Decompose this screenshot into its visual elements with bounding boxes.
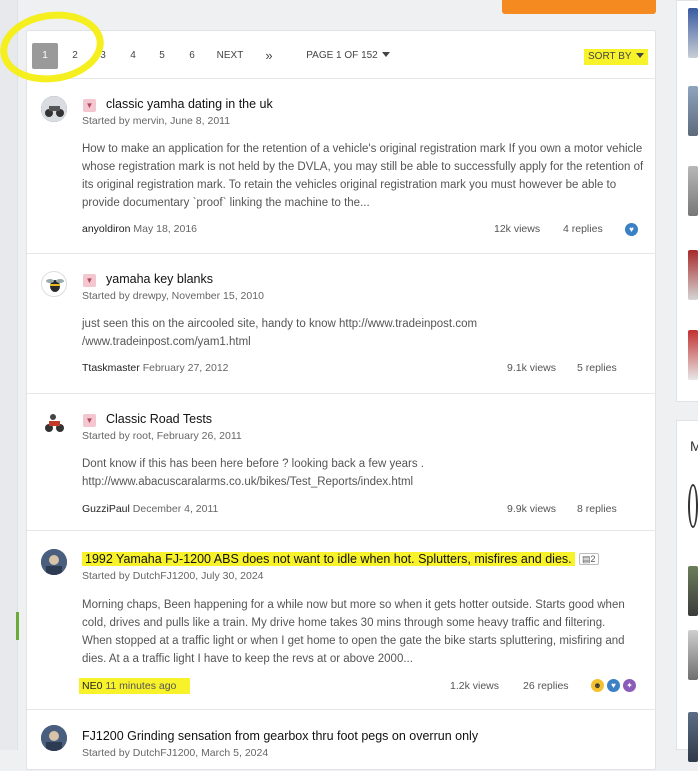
sidebar-thumbnail[interactable] (688, 566, 698, 616)
last-post-author-link[interactable]: NE0 (82, 680, 102, 692)
avatar[interactable] (41, 725, 67, 751)
sort-by-dropdown[interactable]: SORT BY (584, 49, 648, 65)
last-post-date: 11 minutes ago (105, 680, 177, 692)
start-new-topic-button[interactable] (502, 0, 656, 14)
left-indicator (16, 612, 19, 640)
topic-row: ▼ classic yamha dating in the uk Started… (27, 80, 657, 254)
laugh-reaction-icon: ☻ (591, 679, 604, 692)
avatar[interactable] (41, 549, 67, 575)
page-info-label: PAGE 1 OF 152 (306, 50, 378, 61)
topic-snippet: Dont know if this has been here before ?… (82, 458, 425, 488)
topic-list-panel: 1 2 3 4 5 6 NEXT » PAGE 1 OF 152 SORT BY… (26, 30, 657, 771)
sidebar-thumbnail[interactable] (688, 712, 698, 762)
topic-row: ▼ yamaha key blanks Started by drewpy, N… (27, 255, 657, 394)
heart-reaction-icon: ♥ (625, 223, 638, 236)
avatar[interactable] (41, 96, 67, 122)
topic-row: 1992 Yamaha FJ-1200 ABS does not want to… (27, 532, 657, 710)
next-page-link[interactable]: NEXT (211, 43, 249, 69)
last-post-info: NE0 11 minutes ago (79, 678, 191, 694)
topic-started-by: Started by DutchFJ1200, July 30, 2024 (82, 570, 264, 582)
topic-snippet: Morning chaps, Been happening for a whil… (82, 599, 625, 665)
photo-avatar-icon (41, 725, 67, 751)
sidebar-thumbnail[interactable] (688, 330, 698, 380)
motorcycle-avatar-icon (41, 96, 67, 122)
thanks-reaction-icon: ✦ (623, 679, 636, 692)
last-post-info: GuzziPaul December 4, 2011 (82, 503, 218, 515)
pinned-icon: ▼ (83, 274, 96, 287)
heart-reaction-icon: ♥ (607, 679, 620, 692)
topic-snippet: How to make an application for the reten… (82, 143, 644, 209)
topic-title-link[interactable]: 1992 Yamaha FJ-1200 ABS does not want to… (82, 552, 575, 566)
sidebar-thumbnail[interactable] (688, 250, 698, 300)
page-5-link[interactable]: 5 (152, 43, 172, 69)
topic-title-link[interactable]: classic yamha dating in the uk (106, 97, 273, 111)
replies-count: 26 replies (523, 680, 569, 692)
pages-icon: ▤ (582, 554, 591, 564)
last-post-info: Ttaskmaster February 27, 2012 (82, 362, 229, 374)
last-post-author-link[interactable]: GuzziPaul (82, 503, 130, 515)
topic-started-by: Started by DutchFJ1200, March 5, 2024 (82, 747, 269, 759)
topic-page-count[interactable]: ▤2 (579, 553, 599, 565)
avatar[interactable] (41, 271, 67, 297)
page-6-link[interactable]: 6 (182, 43, 202, 69)
last-post-author-link[interactable]: Ttaskmaster (82, 362, 140, 374)
avatar[interactable] (41, 409, 67, 435)
views-count: 1.2k views (450, 680, 500, 692)
views-count: 12k views (494, 223, 541, 235)
topic-started-by: Started by root, February 26, 2011 (82, 430, 242, 442)
topic-row: FJ1200 Grinding sensation from gearbox t… (27, 711, 657, 771)
last-post-info: anyoldiron May 18, 2016 (82, 223, 197, 235)
sidebar-thumbnail[interactable] (688, 484, 698, 528)
bee-avatar-icon (46, 279, 64, 292)
sidebar-thumbnail[interactable] (688, 86, 698, 136)
topic-row: ▼ Classic Road Tests Started by root, Fe… (27, 395, 657, 531)
chevron-down-icon (381, 52, 390, 57)
page-4-link[interactable]: 4 (123, 43, 143, 69)
topic-title-link[interactable]: FJ1200 Grinding sensation from gearbox t… (82, 729, 478, 743)
sidebar-thumbnail[interactable] (688, 8, 698, 58)
page-jump-dropdown[interactable]: PAGE 1 OF 152 (305, 43, 391, 69)
topic-started-by: Started by drewpy, November 15, 2010 (82, 290, 264, 302)
sidebar-heading: M (690, 438, 698, 454)
sidebar-thumbnail[interactable] (688, 166, 698, 216)
replies-count: 5 replies (577, 362, 617, 374)
topic-title-link[interactable]: yamaha key blanks (106, 272, 213, 286)
views-count: 9.9k views (507, 503, 557, 515)
last-page-link[interactable]: » (258, 43, 280, 69)
replies-count: 4 replies (563, 223, 603, 235)
last-post-date: February 27, 2012 (142, 362, 229, 374)
page-count-value: 2 (590, 554, 596, 564)
sidebar-thumbnail[interactable] (688, 630, 698, 680)
topic-started-by: Started by mervin, June 8, 2011 (82, 115, 231, 127)
photo-avatar-icon (41, 549, 67, 575)
sort-by-label: SORT BY (588, 51, 632, 62)
topic-snippet: just seen this on the aircooled site, ha… (82, 318, 478, 348)
replies-count: 8 replies (577, 503, 617, 515)
last-post-date: December 4, 2011 (132, 503, 219, 515)
rider-avatar-icon (45, 414, 64, 432)
pinned-icon: ▼ (83, 99, 96, 112)
pagination-bar: 1 2 3 4 5 6 NEXT » PAGE 1 OF 152 SORT BY (27, 31, 657, 79)
last-post-date: May 18, 2016 (133, 223, 198, 235)
topic-title-link[interactable]: Classic Road Tests (106, 412, 212, 426)
chevron-down-icon (635, 53, 644, 58)
pinned-icon: ▼ (83, 414, 96, 427)
last-post-author-link[interactable]: anyoldiron (82, 223, 130, 235)
views-count: 9.1k views (507, 362, 557, 374)
